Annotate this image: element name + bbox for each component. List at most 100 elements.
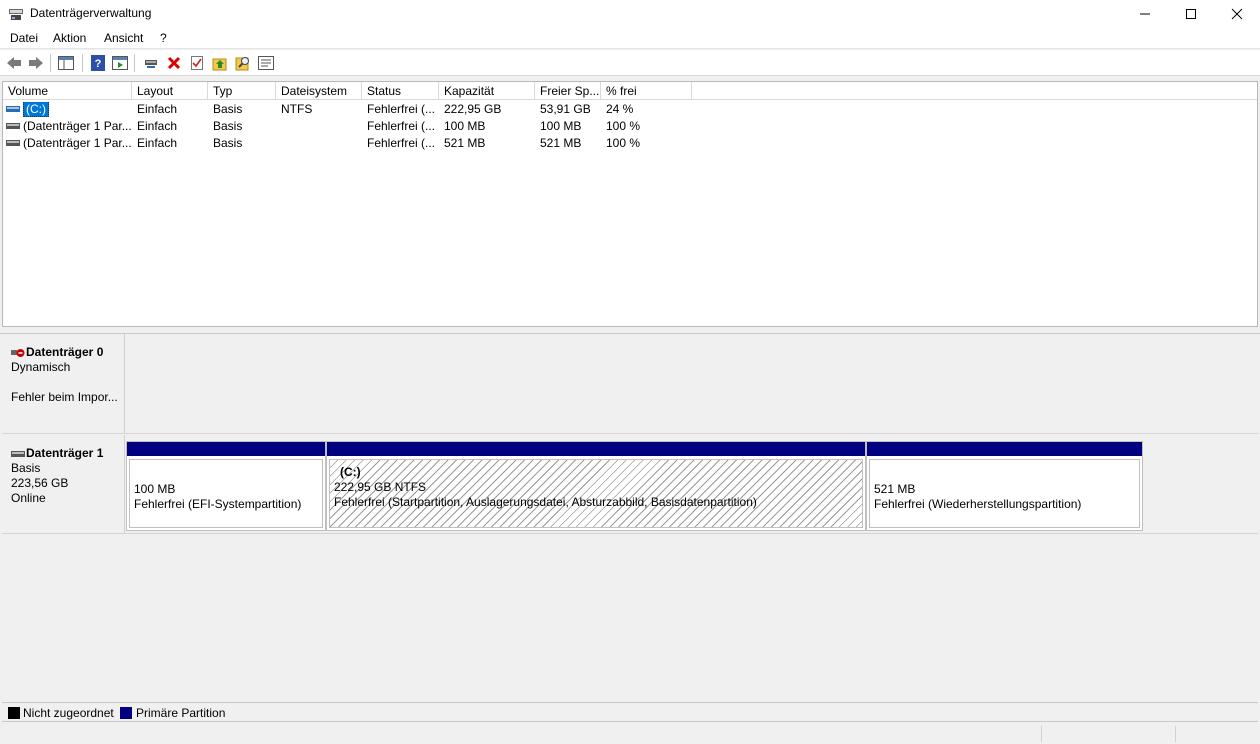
column-header-kapazitaet[interactable]: Kapazität (439, 82, 535, 100)
table-row[interactable]: (C:) Einfach Basis NTFS Fehlerfrei (... … (3, 101, 1257, 118)
disk-management-app-icon (9, 9, 23, 20)
primary-partition-bar (327, 442, 865, 456)
forward-icon (29, 57, 43, 69)
disk-error-icon (11, 348, 25, 357)
partition-label: (C:) (340, 465, 361, 479)
volume-frei: 521 MB (540, 136, 582, 150)
partition-c[interactable]: (C:) 222,95 GB NTFS Fehlerfrei (Startpar… (326, 441, 866, 531)
minimize-icon (1140, 13, 1150, 15)
connect-button[interactable] (141, 53, 161, 73)
volume-name: (C:) (23, 102, 49, 117)
console-tree-icon (58, 56, 74, 70)
checklist-button[interactable] (187, 53, 207, 73)
volume-typ: Basis (213, 119, 243, 133)
primary-partition-bar (127, 442, 325, 456)
disk-icon (11, 450, 25, 457)
disk-name: Datenträger 0 (26, 345, 104, 359)
back-button[interactable] (4, 53, 24, 73)
column-header-dateisystem[interactable]: Dateisystem (276, 82, 362, 100)
pane-splitter[interactable] (0, 327, 1260, 334)
help-button[interactable]: ? (88, 53, 108, 73)
status-bar (0, 722, 1260, 744)
volume-prozent: 24 % (606, 102, 634, 116)
back-icon (7, 57, 21, 69)
column-header-status[interactable]: Status (362, 82, 439, 100)
legend-label-unallocated: Nicht zugeordnet (23, 706, 114, 720)
svg-text:?: ? (95, 58, 102, 70)
partition-efi[interactable]: 100 MB Fehlerfrei (EFI-Systempartition) (126, 441, 326, 531)
forward-button[interactable] (26, 53, 46, 73)
volume-typ: Basis (213, 136, 243, 150)
volume-prozent: 100 % (606, 119, 641, 133)
disk-row-0: Datenträger 0 Dynamisch Fehler beim Impo… (2, 334, 1258, 434)
volume-frei: 100 MB (540, 119, 582, 133)
volume-kapazitaet: 100 MB (444, 119, 486, 133)
window-title: Datenträgerverwaltung (30, 6, 152, 20)
search-button[interactable] (233, 53, 253, 73)
partition-recovery[interactable]: 521 MB Fehlerfrei (Wiederherstellungspar… (866, 441, 1143, 531)
column-header-volume[interactable]: Volume (3, 82, 132, 100)
menu-ansicht[interactable]: Ansicht (104, 31, 143, 45)
partition-size: 222,95 GB NTFS (334, 480, 427, 494)
legend-label-primary: Primäre Partition (136, 706, 226, 720)
delete-icon (167, 56, 181, 70)
partition-status: Fehlerfrei (EFI-Systempartition) (134, 497, 302, 511)
connect-icon (145, 60, 157, 68)
primary-partition-bar (867, 442, 1142, 456)
disk-info[interactable]: Datenträger 1 Basis 223,56 GB Online (2, 435, 125, 533)
maximize-button[interactable] (1168, 0, 1214, 28)
menu-aktion[interactable]: Aktion (53, 31, 86, 45)
table-row[interactable]: (Datenträger 1 Par... Einfach Basis Fehl… (3, 135, 1257, 152)
legend-swatch-unallocated (8, 707, 20, 719)
volume-name: (Datenträger 1 Par... (23, 136, 132, 150)
disk-map: Datenträger 0 Dynamisch Fehler beim Impo… (2, 334, 1258, 702)
maximize-icon (1186, 9, 1196, 19)
volume-kapazitaet: 521 MB (444, 136, 486, 150)
volume-status: Fehlerfrei (... (367, 119, 436, 133)
volume-layout: Einfach (137, 136, 178, 150)
close-button[interactable] (1214, 0, 1260, 28)
folder-up-button[interactable] (210, 53, 230, 73)
column-header-typ[interactable]: Typ (208, 82, 276, 100)
disk-type: Basis (11, 461, 41, 475)
volume-dateisystem (276, 136, 362, 152)
folder-up-icon (212, 58, 227, 71)
title-bar: Datenträgerverwaltung (0, 0, 1260, 28)
console-tree-button[interactable] (56, 53, 76, 73)
column-header-freier-speicher[interactable]: Freier Sp... (535, 82, 601, 100)
menu-datei[interactable]: Datei (10, 31, 38, 45)
partition-size: 521 MB (874, 482, 916, 496)
volume-prozent: 100 % (606, 136, 641, 150)
properties-button[interactable] (110, 53, 130, 73)
volume-dateisystem (276, 119, 362, 135)
close-icon (1231, 8, 1243, 20)
delete-button[interactable] (164, 53, 184, 73)
search-icon (235, 57, 249, 71)
volume-typ: Basis (213, 102, 243, 116)
menu-bar: Datei Aktion Ansicht ? (0, 28, 1260, 49)
legend: Nicht zugeordnet Primäre Partition (2, 702, 1258, 722)
list-view-button[interactable] (256, 53, 276, 73)
volume-status: Fehlerfrei (... (367, 102, 436, 116)
partition-size: 100 MB (134, 482, 176, 496)
volume-list-header: Volume Layout Typ Dateisystem Status Kap… (3, 82, 1257, 100)
disk-state: Fehler beim Impor... (11, 390, 118, 404)
disk-size (11, 375, 124, 390)
column-header-layout[interactable]: Layout (132, 82, 208, 100)
legend-swatch-primary (120, 707, 132, 719)
volume-dateisystem: NTFS (281, 102, 313, 116)
menu-help[interactable]: ? (160, 31, 167, 45)
disk-row-1: Datenträger 1 Basis 223,56 GB Online 100… (2, 435, 1258, 534)
volume-status: Fehlerfrei (... (367, 136, 436, 150)
disk-type: Dynamisch (11, 360, 71, 374)
volume-list: Volume Layout Typ Dateisystem Status Kap… (2, 81, 1258, 327)
volume-layout: Einfach (137, 119, 178, 133)
disk-info[interactable]: Datenträger 0 Dynamisch Fehler beim Impo… (2, 334, 125, 433)
minimize-button[interactable] (1122, 0, 1168, 28)
volume-frei: 53,91 GB (540, 102, 591, 116)
volume-layout: Einfach (137, 102, 178, 116)
table-row[interactable]: (Datenträger 1 Par... Einfach Basis Fehl… (3, 118, 1257, 135)
partition-status: Fehlerfrei (Startpartition, Auslagerungs… (334, 495, 757, 509)
column-header-prozent-frei[interactable]: % frei (601, 82, 692, 100)
volume-name: (Datenträger 1 Par... (23, 119, 132, 133)
